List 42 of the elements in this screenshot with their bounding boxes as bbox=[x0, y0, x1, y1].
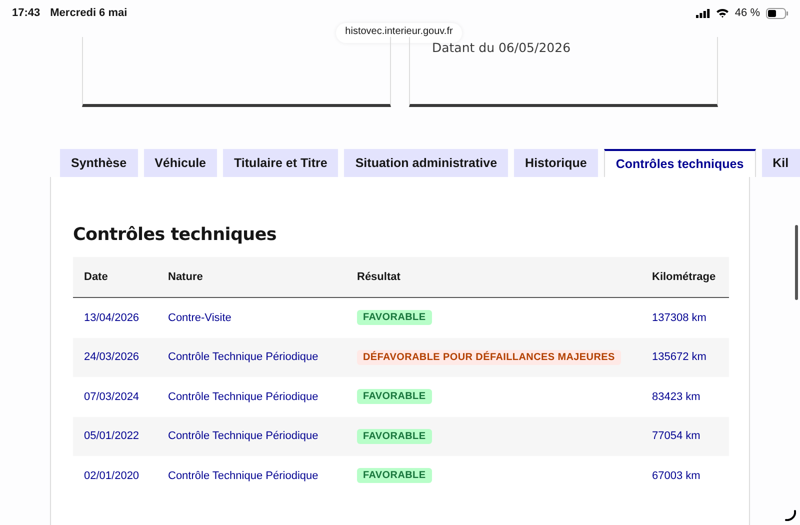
tab[interactable]: Véhicule bbox=[144, 149, 218, 177]
section-title: Contrôles techniques bbox=[73, 225, 278, 245]
spinner-icon bbox=[784, 509, 796, 521]
table-cell: 83423 km bbox=[641, 377, 729, 416]
result-tag: FAVORABLE bbox=[357, 389, 432, 404]
tab[interactable]: Titulaire et Titre bbox=[223, 149, 338, 177]
table-cell: 07/03/2024 bbox=[73, 377, 157, 416]
table-cell: 135672 km bbox=[641, 338, 729, 377]
card-text: Datant du 06/05/2026 bbox=[432, 40, 572, 55]
table-cell: 137308 km bbox=[641, 298, 729, 338]
result-tag: FAVORABLE bbox=[357, 310, 432, 326]
column-header: Kilométrage bbox=[641, 257, 729, 298]
tab[interactable]: Contrôles techniques bbox=[604, 149, 756, 177]
column-header: Nature bbox=[157, 257, 346, 298]
tab[interactable]: Synthèse bbox=[60, 149, 138, 177]
result-tag: DÉFAVORABLE POUR DÉFAILLANCES MAJEURES bbox=[357, 350, 621, 365]
status-date: Mercredi 6 mai bbox=[50, 7, 128, 19]
result-tag: FAVORABLE bbox=[357, 428, 432, 444]
table-cell: 67003 km bbox=[641, 456, 729, 496]
url-pill[interactable]: histovec.interieur.gouv.fr bbox=[336, 23, 462, 43]
table-cell: 05/01/2022 bbox=[73, 416, 157, 456]
table-cell: Contrôle Technique Périodique bbox=[157, 456, 346, 496]
table-cell: 77054 km bbox=[641, 416, 729, 456]
table-cell: 13/04/2026 bbox=[73, 298, 157, 338]
tab[interactable]: Kil bbox=[762, 149, 800, 177]
result-tag: FAVORABLE bbox=[357, 468, 432, 484]
column-header: Résultat bbox=[346, 257, 641, 298]
battery-percent: 46 % bbox=[734, 7, 760, 19]
table-cell: Contre-Visite bbox=[157, 298, 346, 338]
battery-icon bbox=[766, 8, 788, 18]
column-header: Date bbox=[73, 257, 157, 298]
tab[interactable]: Situation administrative bbox=[344, 149, 508, 177]
clock-time: 17:43 bbox=[12, 7, 40, 19]
table-cell: Contrôle Technique Périodique bbox=[157, 338, 346, 377]
signal-icon bbox=[696, 8, 710, 18]
table-cell: Contrôle Technique Périodique bbox=[157, 377, 346, 416]
table-cell: Contrôle Technique Périodique bbox=[157, 416, 346, 456]
tab[interactable]: Historique bbox=[514, 149, 598, 177]
table-cell: 02/01/2020 bbox=[73, 456, 157, 496]
scrollbar[interactable] bbox=[795, 225, 798, 300]
table-cell: 24/03/2026 bbox=[73, 338, 157, 377]
wifi-icon bbox=[716, 8, 729, 18]
